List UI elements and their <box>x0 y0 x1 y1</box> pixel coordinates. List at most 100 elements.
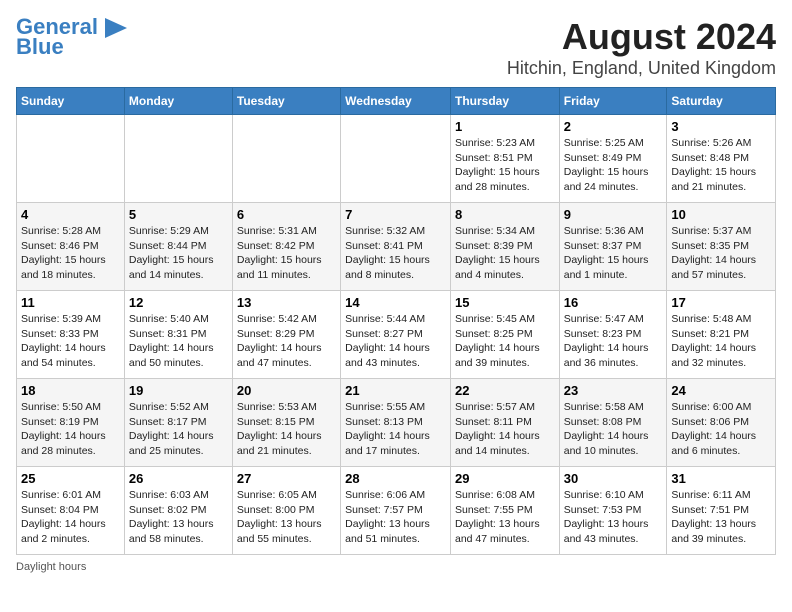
header-row: SundayMondayTuesdayWednesdayThursdayFrid… <box>17 88 776 115</box>
day-info: Sunrise: 5:57 AM Sunset: 8:11 PM Dayligh… <box>455 400 555 459</box>
day-info: Sunrise: 5:36 AM Sunset: 8:37 PM Dayligh… <box>564 224 663 283</box>
day-number: 10 <box>671 207 771 222</box>
day-number: 18 <box>21 383 120 398</box>
calendar-cell: 21 Sunrise: 5:55 AM Sunset: 8:13 PM Dayli… <box>341 379 451 467</box>
calendar-header: SundayMondayTuesdayWednesdayThursdayFrid… <box>17 88 776 115</box>
day-info: Sunrise: 5:58 AM Sunset: 8:08 PM Dayligh… <box>564 400 663 459</box>
header-cell: Monday <box>124 88 232 115</box>
calendar-cell: 11 Sunrise: 5:39 AM Sunset: 8:33 PM Dayli… <box>17 291 125 379</box>
logo-arrow-icon <box>105 18 127 38</box>
day-info: Sunrise: 5:32 AM Sunset: 8:41 PM Dayligh… <box>345 224 446 283</box>
day-number: 13 <box>237 295 336 310</box>
calendar-cell <box>124 115 232 203</box>
day-info: Sunrise: 5:55 AM Sunset: 8:13 PM Dayligh… <box>345 400 446 459</box>
day-number: 4 <box>21 207 120 222</box>
day-number: 22 <box>455 383 555 398</box>
day-number: 3 <box>671 119 771 134</box>
calendar-cell: 22 Sunrise: 5:57 AM Sunset: 8:11 PM Dayli… <box>450 379 559 467</box>
calendar-cell: 18 Sunrise: 5:50 AM Sunset: 8:19 PM Dayli… <box>17 379 125 467</box>
day-number: 31 <box>671 471 771 486</box>
calendar-cell: 6 Sunrise: 5:31 AM Sunset: 8:42 PM Daylig… <box>232 203 340 291</box>
page-subtitle: Hitchin, England, United Kingdom <box>507 58 776 79</box>
day-info: Sunrise: 5:29 AM Sunset: 8:44 PM Dayligh… <box>129 224 228 283</box>
calendar-cell <box>232 115 340 203</box>
calendar-cell: 16Sunrise: 5:47 AM Sunset: 8:23 PM Dayli… <box>559 291 667 379</box>
calendar-week-row: 11 Sunrise: 5:39 AM Sunset: 8:33 PM Dayli… <box>17 291 776 379</box>
day-number: 28 <box>345 471 446 486</box>
day-number: 25 <box>21 471 120 486</box>
calendar-week-row: 1Sunrise: 5:23 AM Sunset: 8:51 PM Daylig… <box>17 115 776 203</box>
day-number: 20 <box>237 383 336 398</box>
day-info: Sunrise: 5:52 AM Sunset: 8:17 PM Dayligh… <box>129 400 228 459</box>
calendar-cell: 5Sunrise: 5:29 AM Sunset: 8:44 PM Daylig… <box>124 203 232 291</box>
calendar-cell: 8 Sunrise: 5:34 AM Sunset: 8:39 PM Daylig… <box>450 203 559 291</box>
day-number: 12 <box>129 295 228 310</box>
calendar-cell: 17Sunrise: 5:48 AM Sunset: 8:21 PM Dayli… <box>667 291 776 379</box>
day-info: Sunrise: 5:31 AM Sunset: 8:42 PM Dayligh… <box>237 224 336 283</box>
page-header: General Blue August 2024 Hitchin, Englan… <box>16 16 776 79</box>
day-info: Sunrise: 6:06 AM Sunset: 7:57 PM Dayligh… <box>345 488 446 547</box>
header-cell: Saturday <box>667 88 776 115</box>
day-info: Sunrise: 5:39 AM Sunset: 8:33 PM Dayligh… <box>21 312 120 371</box>
day-info: Sunrise: 5:34 AM Sunset: 8:39 PM Dayligh… <box>455 224 555 283</box>
day-info: Sunrise: 6:10 AM Sunset: 7:53 PM Dayligh… <box>564 488 663 547</box>
calendar-table: SundayMondayTuesdayWednesdayThursdayFrid… <box>16 87 776 555</box>
calendar-week-row: 18 Sunrise: 5:50 AM Sunset: 8:19 PM Dayli… <box>17 379 776 467</box>
day-number: 23 <box>564 383 663 398</box>
calendar-week-row: 4 Sunrise: 5:28 AM Sunset: 8:46 PM Daylig… <box>17 203 776 291</box>
calendar-cell: 7Sunrise: 5:32 AM Sunset: 8:41 PM Daylig… <box>341 203 451 291</box>
day-info: Sunrise: 5:53 AM Sunset: 8:15 PM Dayligh… <box>237 400 336 459</box>
calendar-cell: 12 Sunrise: 5:40 AM Sunset: 8:31 PM Dayli… <box>124 291 232 379</box>
day-info: Sunrise: 5:42 AM Sunset: 8:29 PM Dayligh… <box>237 312 336 371</box>
logo: General Blue <box>16 16 127 60</box>
day-info: Sunrise: 6:05 AM Sunset: 8:00 PM Dayligh… <box>237 488 336 547</box>
calendar-cell: 24Sunrise: 6:00 AM Sunset: 8:06 PM Dayli… <box>667 379 776 467</box>
day-info: Sunrise: 5:47 AM Sunset: 8:23 PM Dayligh… <box>564 312 663 371</box>
day-number: 15 <box>455 295 555 310</box>
calendar-cell <box>17 115 125 203</box>
day-number: 17 <box>671 295 771 310</box>
calendar-body: 1Sunrise: 5:23 AM Sunset: 8:51 PM Daylig… <box>17 115 776 555</box>
day-number: 8 <box>455 207 555 222</box>
day-info: Sunrise: 5:45 AM Sunset: 8:25 PM Dayligh… <box>455 312 555 371</box>
day-info: Sunrise: 5:26 AM Sunset: 8:48 PM Dayligh… <box>671 136 771 195</box>
day-info: Sunrise: 5:50 AM Sunset: 8:19 PM Dayligh… <box>21 400 120 459</box>
calendar-cell: 29Sunrise: 6:08 AM Sunset: 7:55 PM Dayli… <box>450 467 559 555</box>
day-info: Sunrise: 5:44 AM Sunset: 8:27 PM Dayligh… <box>345 312 446 371</box>
day-number: 2 <box>564 119 663 134</box>
calendar-cell: 2 Sunrise: 5:25 AM Sunset: 8:49 PM Daylig… <box>559 115 667 203</box>
header-cell: Tuesday <box>232 88 340 115</box>
day-number: 24 <box>671 383 771 398</box>
calendar-cell: 27 Sunrise: 6:05 AM Sunset: 8:00 PM Dayli… <box>232 467 340 555</box>
day-info: Sunrise: 6:08 AM Sunset: 7:55 PM Dayligh… <box>455 488 555 547</box>
calendar-cell: 28 Sunrise: 6:06 AM Sunset: 7:57 PM Dayli… <box>341 467 451 555</box>
calendar-cell: 13 Sunrise: 5:42 AM Sunset: 8:29 PM Dayli… <box>232 291 340 379</box>
day-number: 21 <box>345 383 446 398</box>
header-cell: Wednesday <box>341 88 451 115</box>
day-info: Sunrise: 6:03 AM Sunset: 8:02 PM Dayligh… <box>129 488 228 547</box>
day-info: Sunrise: 6:01 AM Sunset: 8:04 PM Dayligh… <box>21 488 120 547</box>
day-info: Sunrise: 5:23 AM Sunset: 8:51 PM Dayligh… <box>455 136 555 195</box>
day-number: 11 <box>21 295 120 310</box>
calendar-cell: 25 Sunrise: 6:01 AM Sunset: 8:04 PM Dayli… <box>17 467 125 555</box>
header-cell: Sunday <box>17 88 125 115</box>
day-info: Sunrise: 5:25 AM Sunset: 8:49 PM Dayligh… <box>564 136 663 195</box>
day-number: 19 <box>129 383 228 398</box>
day-number: 27 <box>237 471 336 486</box>
calendar-cell: 20 Sunrise: 5:53 AM Sunset: 8:15 PM Dayli… <box>232 379 340 467</box>
calendar-cell: 4 Sunrise: 5:28 AM Sunset: 8:46 PM Daylig… <box>17 203 125 291</box>
page-title: August 2024 <box>507 16 776 58</box>
day-info: Sunrise: 5:40 AM Sunset: 8:31 PM Dayligh… <box>129 312 228 371</box>
day-number: 30 <box>564 471 663 486</box>
day-info: Sunrise: 5:28 AM Sunset: 8:46 PM Dayligh… <box>21 224 120 283</box>
calendar-cell: 10Sunrise: 5:37 AM Sunset: 8:35 PM Dayli… <box>667 203 776 291</box>
title-block: August 2024 Hitchin, England, United Kin… <box>507 16 776 79</box>
calendar-cell: 9Sunrise: 5:36 AM Sunset: 8:37 PM Daylig… <box>559 203 667 291</box>
calendar-cell: 31Sunrise: 6:11 AM Sunset: 7:51 PM Dayli… <box>667 467 776 555</box>
calendar-cell: 26Sunrise: 6:03 AM Sunset: 8:02 PM Dayli… <box>124 467 232 555</box>
header-cell: Friday <box>559 88 667 115</box>
calendar-cell: 3 Sunrise: 5:26 AM Sunset: 8:48 PM Daylig… <box>667 115 776 203</box>
calendar-cell: 1Sunrise: 5:23 AM Sunset: 8:51 PM Daylig… <box>450 115 559 203</box>
footer: Daylight hours <box>16 561 776 573</box>
day-number: 6 <box>237 207 336 222</box>
